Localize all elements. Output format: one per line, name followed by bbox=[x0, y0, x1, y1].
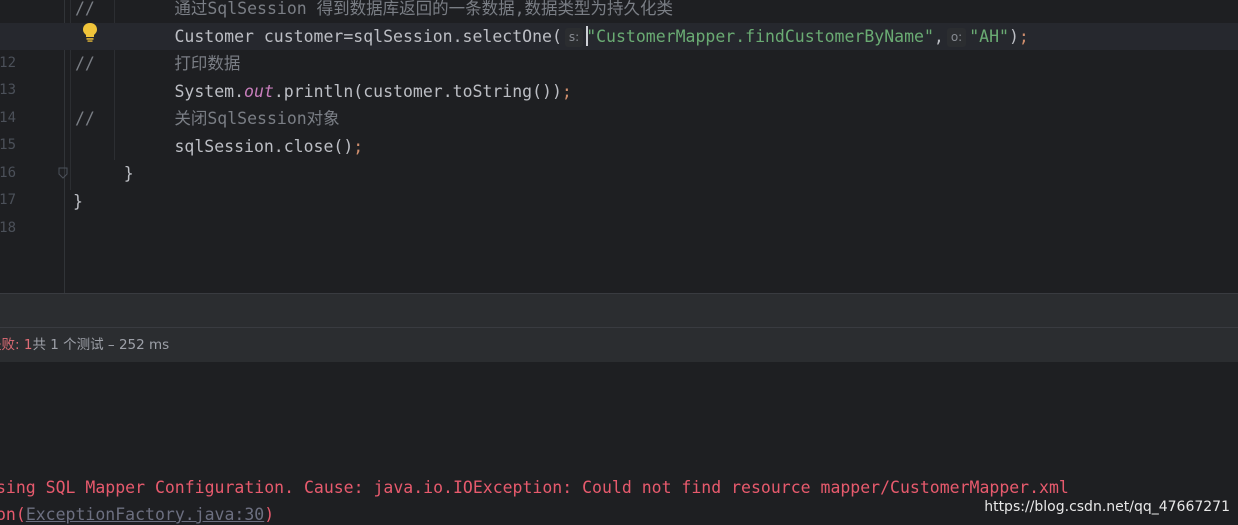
code-text: } bbox=[84, 164, 134, 183]
comment-text: 打印数据 bbox=[94, 54, 241, 73]
test-status-bar: 失败: 1共 1 个测试 – 252 ms bbox=[0, 327, 1238, 364]
editor-bottom-panel bbox=[0, 293, 1238, 328]
line-number: 18 bbox=[0, 220, 16, 236]
code-text: .println(customer.toString()) bbox=[273, 82, 562, 101]
code-text: Customer customer=sqlSession.selectOne( bbox=[95, 27, 562, 46]
semicolon: ; bbox=[1018, 27, 1029, 46]
comment-prefix: // bbox=[75, 54, 95, 73]
semicolon: ; bbox=[561, 82, 572, 101]
code-text: ) bbox=[1008, 27, 1019, 46]
fold-marker-icon[interactable] bbox=[58, 167, 68, 179]
param-hint-s: s: bbox=[564, 28, 584, 47]
code-editor[interactable]: 11 // 通过SqlSession 得到数据库返回的一条数据,数据类型为持久化… bbox=[0, 0, 1238, 293]
watermark: https://blog.csdn.net/qq_47667271 bbox=[984, 499, 1230, 515]
code-line-current[interactable]: 12 Customer customer=sqlSession.selectOn… bbox=[0, 23, 1238, 71]
comment-text: 关闭SqlSession对象 bbox=[94, 109, 340, 128]
code-line[interactable]: 13 // 打印数据 bbox=[0, 50, 1238, 98]
code-line[interactable]: 17 } bbox=[0, 160, 1238, 208]
test-summary: 共 1 个测试 – 252 ms bbox=[32, 337, 170, 353]
stack-trace-line: on(ExceptionFactory.java:30) bbox=[0, 505, 275, 524]
code-line[interactable]: 18 } bbox=[0, 188, 1238, 236]
comment-text: 通过SqlSession 得到数据库返回的一条数据,数据类型为持久化类 bbox=[94, 0, 674, 18]
code-line[interactable]: 16 sqlSession.close(); bbox=[0, 133, 1238, 181]
code-line[interactable]: 11 // 通过SqlSession 得到数据库返回的一条数据,数据类型为持久化… bbox=[0, 0, 1238, 43]
lightbulb-icon[interactable] bbox=[81, 21, 99, 43]
code-text: System. bbox=[95, 82, 245, 101]
string-literal: "CustomerMapper.findCustomerByName" bbox=[586, 27, 934, 46]
string-literal: "AH" bbox=[969, 27, 1009, 46]
comment-prefix: // bbox=[75, 0, 95, 18]
comma: , bbox=[933, 27, 944, 46]
code-text: } bbox=[73, 192, 83, 211]
code-text: sqlSession.close() bbox=[95, 137, 354, 156]
error-message: sing SQL Mapper Configuration. Cause: ja… bbox=[0, 478, 1069, 497]
static-field: out bbox=[244, 82, 274, 101]
code-line[interactable]: 14 System.out.println(customer.toString(… bbox=[0, 78, 1238, 126]
code-line[interactable]: 15 // 关闭SqlSession对象 bbox=[0, 105, 1238, 153]
stack-trace-link[interactable]: ExceptionFactory.java:30 bbox=[26, 505, 264, 524]
comment-prefix: // bbox=[75, 109, 95, 128]
test-failed-count: 失败: 1 bbox=[0, 337, 33, 353]
param-hint-o: o: bbox=[946, 28, 967, 47]
semicolon: ; bbox=[353, 137, 364, 156]
